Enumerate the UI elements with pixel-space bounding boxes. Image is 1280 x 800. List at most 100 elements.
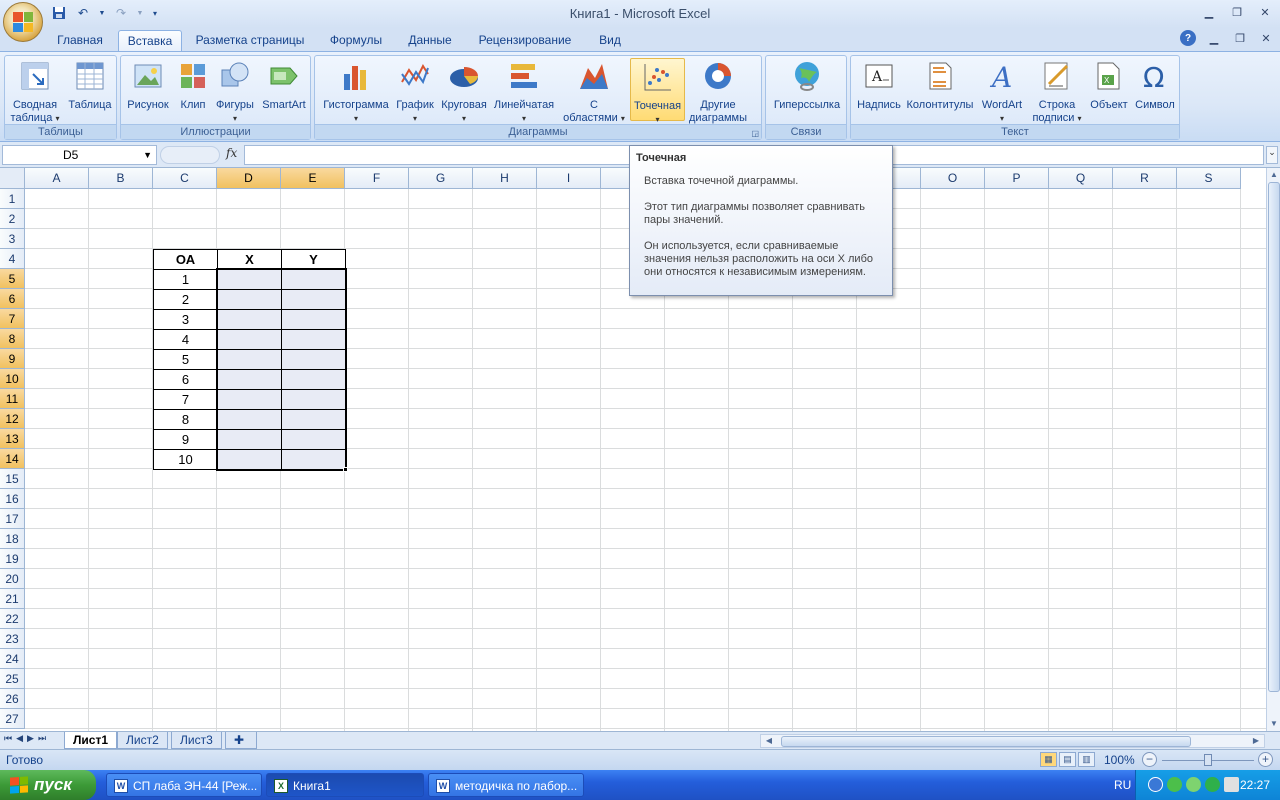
picture-button[interactable]: Рисунок	[123, 58, 173, 112]
minimize-icon[interactable]: ▁	[1200, 4, 1218, 20]
object-button[interactable]: X Объект	[1087, 58, 1131, 112]
column-header-s[interactable]: S	[1177, 168, 1241, 189]
row-header-8[interactable]: 8	[0, 329, 25, 349]
row-header-15[interactable]: 15	[0, 469, 25, 489]
row-header-9[interactable]: 9	[0, 349, 25, 369]
column-header-c[interactable]: C	[153, 168, 217, 189]
table-oa-cell[interactable]: 3	[153, 309, 218, 330]
table-oa-cell[interactable]: 2	[153, 289, 218, 310]
last-sheet-icon[interactable]: ⏭	[38, 733, 46, 744]
column-header-e[interactable]: E	[281, 168, 345, 189]
pie-chart-button[interactable]: Круговая ▾	[437, 58, 491, 125]
dialog-launcher-icon[interactable]: ◲	[751, 129, 759, 138]
table-oa-cell[interactable]: 6	[153, 369, 218, 390]
workbook-minimize-icon[interactable]: ▁	[1206, 30, 1222, 46]
prev-sheet-icon[interactable]: ◀	[16, 733, 23, 744]
taskbar-item-excel[interactable]: X Книга1	[266, 773, 424, 797]
table-oa-cell[interactable]: 10	[153, 449, 218, 470]
column-header-a[interactable]: A	[25, 168, 89, 189]
security-shield-icon[interactable]	[1186, 777, 1201, 792]
workbook-close-icon[interactable]: ✕	[1258, 30, 1274, 46]
column-header-d[interactable]: D	[217, 168, 281, 189]
column-header-i[interactable]: I	[537, 168, 601, 189]
textbox-button[interactable]: A Надпись	[855, 58, 903, 112]
row-header-25[interactable]: 25	[0, 669, 25, 689]
scatter-chart-button[interactable]: Точечная ▾	[630, 58, 685, 124]
row-header-23[interactable]: 23	[0, 629, 25, 649]
scroll-left-icon[interactable]: ◀	[763, 735, 775, 747]
column-header-b[interactable]: B	[89, 168, 153, 189]
name-box[interactable]: D5 ▼	[2, 145, 157, 165]
vertical-scroll-thumb[interactable]	[1268, 182, 1280, 692]
wordart-button[interactable]: A WordArt ▾	[977, 58, 1027, 125]
horizontal-scrollbar[interactable]: ◀ ▶	[760, 734, 1265, 748]
messenger-icon[interactable]	[1205, 777, 1220, 792]
column-chart-button[interactable]: Гистограмма ▾	[319, 58, 393, 125]
table-header-cell[interactable]: ОА	[153, 249, 218, 270]
scroll-right-icon[interactable]: ▶	[1250, 735, 1262, 747]
table-oa-cell[interactable]: 4	[153, 329, 218, 350]
show-hidden-icons-icon[interactable]	[1148, 777, 1163, 792]
table-oa-cell[interactable]: 1	[153, 269, 218, 290]
page-break-view-icon[interactable]: ▥	[1078, 752, 1095, 767]
sheet-tab-3[interactable]: Лист3	[171, 732, 222, 749]
column-header-q[interactable]: Q	[1049, 168, 1113, 189]
table-oa-cell[interactable]: 5	[153, 349, 218, 370]
pivot-table-button[interactable]: Сводная таблица ▾	[7, 58, 63, 125]
zoom-level[interactable]: 100%	[1104, 753, 1135, 767]
taskbar-item-word-doc-1[interactable]: W СП лаба ЭН-44 [Реж...	[106, 773, 262, 797]
row-header-10[interactable]: 10	[0, 369, 25, 389]
row-header-3[interactable]: 3	[0, 229, 25, 249]
column-header-r[interactable]: R	[1113, 168, 1177, 189]
row-header-2[interactable]: 2	[0, 209, 25, 229]
table-oa-cell[interactable]: 7	[153, 389, 218, 410]
shapes-button[interactable]: Фигуры ▾	[213, 58, 257, 125]
tab-data[interactable]: Данные	[398, 30, 462, 52]
row-header-18[interactable]: 18	[0, 529, 25, 549]
signature-line-button[interactable]: Строка подписи ▾	[1029, 58, 1085, 125]
next-sheet-icon[interactable]: ▶	[27, 733, 34, 744]
table-button[interactable]: Таблица	[65, 58, 115, 112]
restore-icon[interactable]: ❐	[1228, 4, 1246, 20]
workbook-restore-icon[interactable]: ❐	[1232, 30, 1248, 46]
close-icon[interactable]: ✕	[1256, 4, 1274, 20]
column-header-g[interactable]: G	[409, 168, 473, 189]
table-oa-cell[interactable]: 8	[153, 409, 218, 430]
row-header-11[interactable]: 11	[0, 389, 25, 409]
horizontal-scroll-thumb[interactable]	[781, 736, 1191, 747]
row-header-16[interactable]: 16	[0, 489, 25, 509]
vertical-scrollbar[interactable]: ▲ ▼	[1266, 168, 1280, 731]
column-header-o[interactable]: O	[921, 168, 985, 189]
row-header-14[interactable]: 14	[0, 449, 25, 469]
expand-formula-bar-icon[interactable]: ⌄	[1266, 146, 1278, 164]
row-header-20[interactable]: 20	[0, 569, 25, 589]
sheet-tab-2[interactable]: Лист2	[117, 732, 168, 749]
normal-view-icon[interactable]: ▦	[1040, 752, 1057, 767]
fill-handle[interactable]	[343, 467, 348, 472]
network-icon[interactable]	[1167, 777, 1182, 792]
sheet-tab-1[interactable]: Лист1	[64, 732, 118, 749]
row-header-17[interactable]: 17	[0, 509, 25, 529]
insert-sheet-icon[interactable]: ✚	[225, 732, 257, 749]
clip-button[interactable]: Клип	[175, 58, 211, 112]
line-chart-button[interactable]: График ▾	[393, 58, 437, 125]
insert-function-icon[interactable]: fx	[226, 146, 237, 160]
name-box-dropdown-icon[interactable]: ▼	[143, 146, 152, 164]
row-header-7[interactable]: 7	[0, 309, 25, 329]
page-layout-view-icon[interactable]: ▤	[1059, 752, 1076, 767]
tab-page-layout[interactable]: Разметка страницы	[190, 30, 310, 52]
zoom-slider-knob[interactable]	[1204, 754, 1212, 766]
row-header-4[interactable]: 4	[0, 249, 25, 269]
row-header-1[interactable]: 1	[0, 189, 25, 209]
office-button[interactable]	[3, 2, 43, 42]
header-footer-button[interactable]: Колонтитулы	[905, 58, 975, 112]
scroll-up-icon[interactable]: ▲	[1268, 168, 1280, 182]
area-chart-button[interactable]: С областями ▾	[559, 58, 629, 125]
column-header-f[interactable]: F	[345, 168, 409, 189]
tab-formulas[interactable]: Формулы	[320, 30, 392, 52]
column-header-h[interactable]: H	[473, 168, 537, 189]
row-header-13[interactable]: 13	[0, 429, 25, 449]
column-header-p[interactable]: P	[985, 168, 1049, 189]
symbol-button[interactable]: Ω Символ	[1133, 58, 1177, 112]
scroll-down-icon[interactable]: ▼	[1268, 717, 1280, 731]
